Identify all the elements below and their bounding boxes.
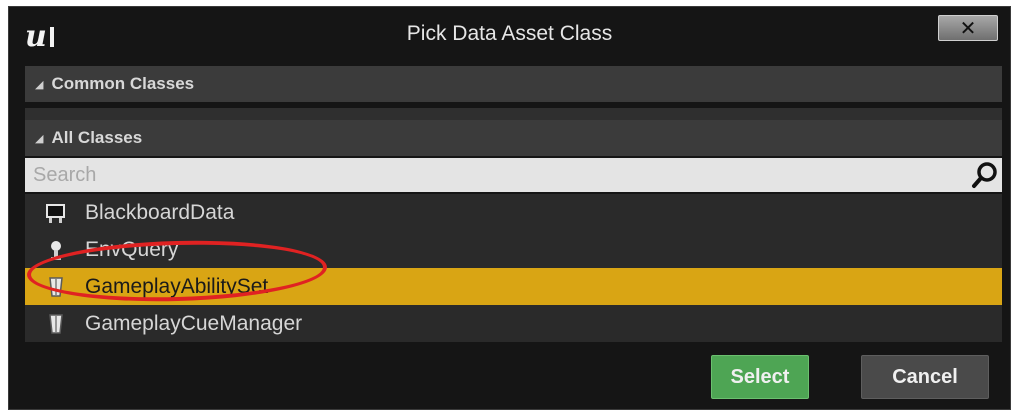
section-label: All Classes (51, 128, 143, 147)
list-item-selected[interactable]: GameplayAbilitySet (25, 268, 1002, 305)
dialog-title: Pick Data Asset Class (406, 22, 613, 45)
data-asset-icon (45, 276, 67, 298)
list-item[interactable]: GameplayCueManager (25, 305, 1002, 342)
pick-data-asset-class-dialog: u Pick Data Asset Class ✕ ◢ Common Class… (8, 6, 1011, 410)
collapse-triangle-icon: ◢ (35, 132, 44, 145)
select-button[interactable]: Select (711, 355, 809, 399)
search-box[interactable] (25, 158, 1002, 192)
title-bar[interactable]: u Pick Data Asset Class ✕ (9, 7, 1010, 61)
section-common-classes[interactable]: ◢ Common Classes (25, 66, 1002, 102)
search-input[interactable] (33, 160, 970, 190)
list-item-label: EnvQuery (85, 237, 179, 261)
list-item[interactable]: BlackboardData (25, 194, 1002, 231)
close-button[interactable]: ✕ (938, 15, 998, 41)
section-label: Common Classes (51, 74, 195, 93)
collapse-triangle-icon: ◢ (35, 78, 44, 91)
search-icon[interactable] (970, 160, 1000, 190)
env-query-icon (45, 239, 67, 261)
close-icon: ✕ (959, 17, 977, 40)
list-item-label: GameplayAbilitySet (85, 274, 269, 298)
class-list: BlackboardData EnvQuery GameplayAbilityS… (25, 194, 1002, 342)
cancel-button[interactable]: Cancel (861, 355, 989, 399)
data-asset-icon (45, 313, 67, 335)
list-item-label: BlackboardData (85, 200, 235, 224)
section-all-classes[interactable]: ◢ All Classes (25, 120, 1002, 156)
blackboard-data-icon (45, 202, 67, 224)
list-item-label: GameplayCueManager (85, 311, 303, 335)
list-item[interactable]: EnvQuery (25, 231, 1002, 268)
